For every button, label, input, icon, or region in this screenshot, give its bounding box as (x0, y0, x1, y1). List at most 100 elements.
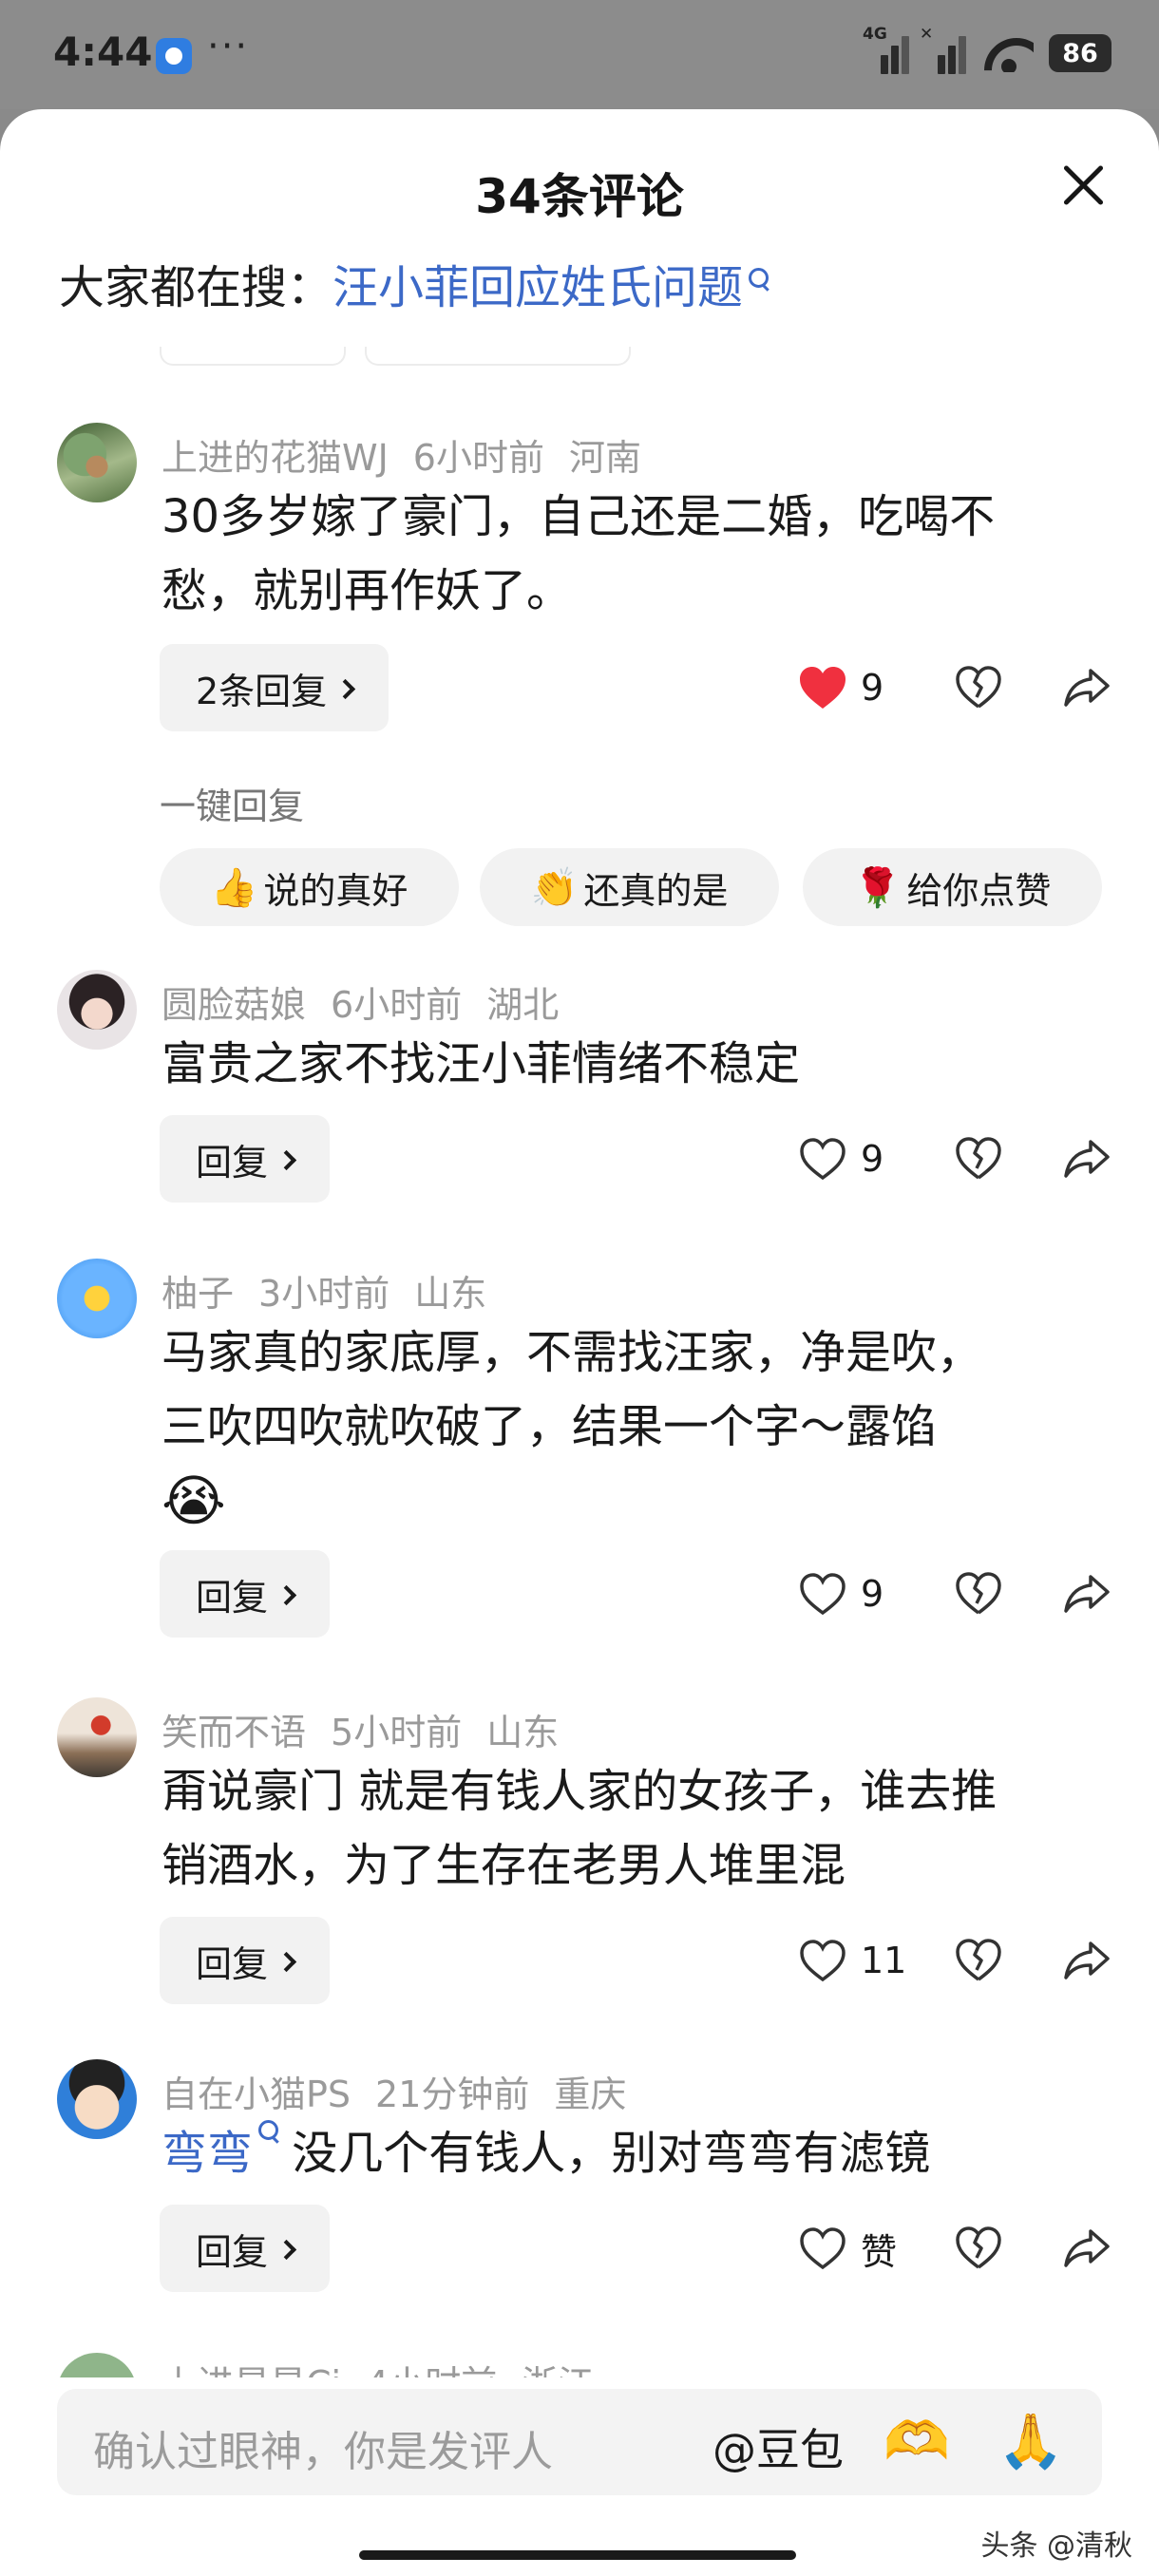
clapping-icon: 👏 (530, 865, 579, 910)
comment-line: 没几个有钱人，别对弯弯有滤镜 (292, 2127, 931, 2180)
more-notifications-icon: ··· (207, 25, 250, 68)
comment-actions: 9 (798, 1550, 1112, 1638)
avatar[interactable] (57, 423, 137, 502)
comment-username[interactable]: 笑而不语 (162, 1712, 306, 1753)
hot-search-link[interactable]: 汪小菲回应姓氏问题 (332, 250, 743, 316)
quick-reply-label: 一键回复 (160, 786, 305, 827)
share-icon[interactable] (1062, 1938, 1112, 1983)
share-icon[interactable] (1062, 2226, 1112, 2271)
comment-time: 6小时前 (331, 984, 463, 1026)
status-icons: 4G ✕ 86 (863, 25, 1112, 74)
watermark: 头条 @清秋 (980, 2529, 1132, 2563)
dislike-broken-heart-icon[interactable] (954, 663, 1003, 712)
view-replies-button[interactable]: 2条回复 (160, 644, 390, 731)
comment-search-link[interactable]: 弯弯 (162, 2120, 279, 2180)
share-icon[interactable] (1062, 665, 1112, 710)
comment-actions: 9 (798, 644, 1112, 731)
avatar[interactable] (57, 2059, 137, 2139)
like-count: 11 (861, 1940, 907, 1981)
comment-text: 富贵之家不找汪小菲情绪不稳定 (162, 1027, 1112, 1101)
comment-text: 弯弯 没几个有钱人，别对弯弯有滤镜 (162, 2116, 1112, 2190)
comment-username[interactable]: 自在小猫PS (162, 2074, 351, 2115)
reply-label: 回复 (196, 1576, 269, 1619)
heart-outline-icon (800, 1940, 846, 1982)
comment-username[interactable]: 柚子 (162, 1273, 234, 1315)
like-button[interactable]: 11 (798, 1938, 912, 1983)
reply-button[interactable]: 回复 (160, 1115, 331, 1203)
comment-line: 愁，就别再作妖了。 (162, 564, 573, 617)
comment-username[interactable]: 上进的花猫WJ (162, 437, 389, 479)
link-text: 弯弯 (162, 2127, 254, 2180)
cellular-no-service-icon: ✕ (920, 25, 969, 74)
close-icon[interactable] (1054, 157, 1112, 214)
comment-item-partial: 上进星星Ci 4小时前 浙江 (0, 2351, 1159, 2377)
reply-label: 2条回复 (196, 670, 328, 712)
comment-input[interactable]: 确认过眼神，你是发评人 (93, 2417, 553, 2478)
network-type-label: 4G (863, 25, 887, 44)
like-button[interactable]: 9 (798, 1136, 912, 1182)
like-button[interactable]: 赞 (798, 2223, 912, 2275)
search-icon (747, 264, 771, 302)
avatar[interactable] (57, 2353, 137, 2377)
app-notification-icon (156, 38, 192, 74)
comment-line: 30多岁嫁了豪门，自己还是二婚，吃喝不 (162, 490, 996, 543)
praying-hands-emoji-button[interactable]: 🙏 (998, 2410, 1064, 2472)
reply-label: 回复 (196, 1141, 269, 1184)
share-icon[interactable] (1062, 1136, 1112, 1182)
mention-button[interactable]: @豆包 (712, 2415, 844, 2478)
thumbs-up-icon: 👍 (210, 865, 258, 910)
chip-label: 给你点赞 (906, 869, 1052, 912)
sheet-title: 34条评论 (475, 169, 684, 224)
avatar[interactable] (57, 1697, 137, 1777)
no-service-mark: ✕ (920, 25, 934, 44)
comment-actions: 11 (798, 1917, 1112, 2004)
hot-search-prefix: 大家都在搜： (59, 261, 333, 314)
scrolled-chip (160, 347, 346, 366)
like-count: 9 (861, 1138, 884, 1180)
reply-button[interactable]: 回复 (160, 1550, 331, 1638)
home-indicator[interactable] (359, 2550, 796, 2560)
avatar[interactable] (57, 1259, 137, 1338)
dislike-broken-heart-icon[interactable] (954, 1569, 1003, 1619)
reply-button[interactable]: 回复 (160, 2205, 331, 2292)
comment-time: 5小时前 (331, 1712, 463, 1753)
rose-icon: 🌹 (853, 865, 902, 910)
like-button[interactable]: 9 (798, 1571, 912, 1617)
like-count: 赞 (861, 2230, 898, 2273)
comment-time: 3小时前 (258, 1273, 390, 1315)
comment-username[interactable]: 上进星星Ci (162, 2363, 341, 2377)
chevron-right-icon (335, 678, 356, 699)
status-time: 4:44 (53, 28, 153, 75)
comment-input-bar[interactable]: 确认过眼神，你是发评人 @豆包 🫶 🙏 (57, 2389, 1102, 2495)
comment-location: 湖北 (486, 984, 560, 1026)
avatar[interactable] (57, 970, 137, 1050)
reply-button[interactable]: 回复 (160, 1917, 331, 2004)
quick-reply-chip[interactable]: 👏 还真的是 (480, 848, 779, 926)
battery-icon: 86 (1049, 34, 1112, 72)
hot-search-bar[interactable]: 大家都在搜： 汪小菲回应姓氏问题 (59, 250, 771, 316)
search-icon (256, 2116, 279, 2145)
chevron-right-icon (276, 1951, 297, 1972)
like-count: 9 (861, 1573, 884, 1615)
chip-label: 还真的是 (583, 869, 729, 912)
comment-meta: 上进的花猫WJ 6小时前 河南 (162, 428, 666, 481)
comment-username[interactable]: 圆脸菇娘 (162, 984, 306, 1026)
like-button[interactable]: 9 (798, 665, 912, 710)
comment-actions: 赞 (798, 2205, 1112, 2292)
crying-laughing-emoji: 😭 (162, 1468, 226, 1533)
comment-time: 6小时前 (412, 437, 544, 479)
chevron-right-icon (276, 1584, 297, 1605)
comment-time: 21分钟前 (375, 2074, 530, 2115)
comment-meta: 笑而不语 5小时前 山东 (162, 1703, 583, 1755)
heart-hands-emoji-button[interactable]: 🫶 (884, 2410, 950, 2472)
heart-outline-icon (800, 2227, 846, 2270)
comment-meta: 自在小猫PS 21分钟前 重庆 (162, 2065, 651, 2117)
dislike-broken-heart-icon[interactable] (954, 1936, 1003, 1985)
share-icon[interactable] (1062, 1571, 1112, 1617)
dislike-broken-heart-icon[interactable] (954, 1134, 1003, 1184)
quick-reply-chip[interactable]: 🌹 给你点赞 (803, 848, 1102, 926)
quick-reply-chip[interactable]: 👍 说的真好 (160, 848, 459, 926)
dislike-broken-heart-icon[interactable] (954, 2224, 1003, 2273)
chevron-right-icon (276, 1149, 297, 1170)
status-bar: 4:44 ··· 4G ✕ 86 (0, 0, 1159, 109)
